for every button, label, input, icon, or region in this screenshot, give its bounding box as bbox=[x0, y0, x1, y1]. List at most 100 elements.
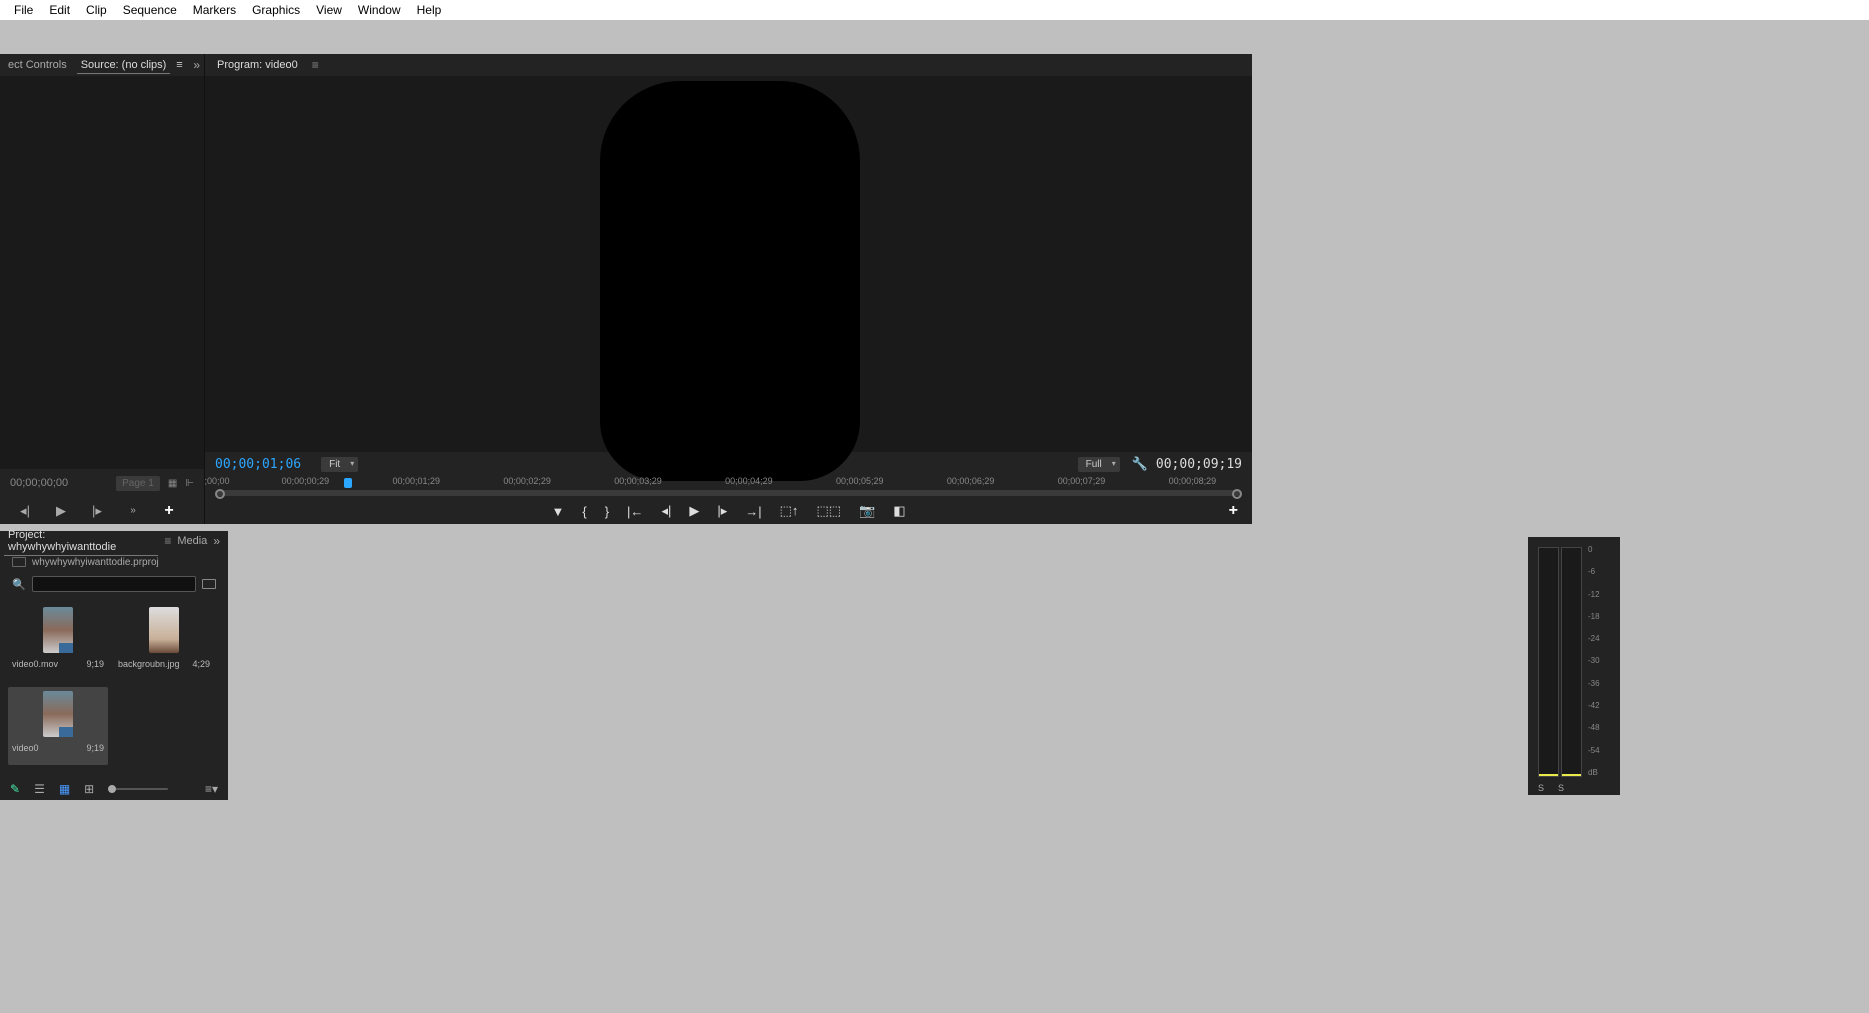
audio-meter-panel: 0 -6 -12 -18 -24 -30 -36 -42 -48 -54 dB … bbox=[1528, 537, 1620, 795]
ruler-tick: 00;00;04;29 bbox=[725, 476, 773, 486]
bin-item-name: backgroubn.jpg bbox=[118, 659, 180, 669]
program-button-editor-icon[interactable]: + bbox=[1229, 502, 1238, 520]
bin-item[interactable]: backgroubn.jpg 4;29 bbox=[114, 603, 214, 681]
mark-out-icon[interactable]: } bbox=[605, 504, 609, 519]
menu-sequence[interactable]: Sequence bbox=[115, 3, 185, 17]
audio-meter-channel-right bbox=[1561, 547, 1582, 777]
db-label: -54 bbox=[1588, 746, 1616, 755]
program-panel: Program: video0 00;00;01;06 Fit Full 🔧 0… bbox=[205, 54, 1252, 524]
source-page-indicator: Page 1 bbox=[116, 476, 160, 491]
extract-icon[interactable]: ⬚⬚ bbox=[816, 503, 841, 519]
bin-thumbnail bbox=[43, 691, 73, 737]
program-playhead[interactable] bbox=[344, 478, 352, 488]
project-footer: ✎ ☰ ▦ ⊞ ≡▾ bbox=[0, 778, 228, 800]
source-panel-menu-icon[interactable] bbox=[176, 59, 182, 71]
db-label: 0 bbox=[1588, 545, 1616, 554]
menu-clip[interactable]: Clip bbox=[78, 3, 115, 17]
menu-file[interactable]: File bbox=[6, 3, 41, 17]
tab-source[interactable]: Source: (no clips) bbox=[77, 57, 171, 74]
new-bin-icon[interactable] bbox=[202, 579, 216, 589]
drag-video-only-icon[interactable]: ▦ bbox=[168, 478, 177, 489]
program-panel-menu-icon[interactable] bbox=[312, 58, 319, 72]
timeline-empty-area bbox=[228, 531, 1528, 800]
bin-item-selected[interactable]: video0 9;19 bbox=[8, 687, 108, 765]
source-step-forward-icon[interactable]: |▸ bbox=[89, 503, 105, 519]
ruler-tick: 00;00;02;29 bbox=[503, 476, 551, 486]
bin-item-duration: 4;29 bbox=[192, 659, 210, 669]
drag-audio-only-icon[interactable]: ⊩ bbox=[185, 478, 194, 489]
ruler-tick: 00;00;03;29 bbox=[614, 476, 662, 486]
tab-effect-controls[interactable]: ect Controls bbox=[4, 57, 71, 73]
project-panel: Project: whywhywhyiwanttodie Media whywh… bbox=[0, 531, 228, 800]
av-badge-icon bbox=[59, 643, 73, 653]
program-scrollbar[interactable] bbox=[215, 490, 1242, 496]
project-panel-menu-icon[interactable] bbox=[164, 534, 171, 548]
ruler-tick: 00;00;01;29 bbox=[392, 476, 440, 486]
search-icon[interactable]: 🔍 bbox=[12, 578, 26, 591]
source-tabs: ect Controls Source: (no clips) bbox=[0, 54, 204, 76]
list-view-icon[interactable]: ☰ bbox=[34, 782, 45, 796]
go-to-out-icon[interactable]: →| bbox=[745, 504, 761, 519]
step-back-icon[interactable]: ◂| bbox=[661, 503, 671, 519]
sequence-badge-icon bbox=[59, 727, 73, 737]
menu-edit[interactable]: Edit bbox=[41, 3, 78, 17]
ruler-tick: 00;00;05;29 bbox=[836, 476, 884, 486]
workspace-bar-gap bbox=[0, 20, 1869, 54]
program-duration-timecode: 00;00;09;19 bbox=[1156, 457, 1242, 472]
program-time-ruler[interactable]: ;00;00 00;00;00;29 00;00;01;29 00;00;02;… bbox=[205, 476, 1252, 498]
bin-item-duration: 9;19 bbox=[86, 659, 104, 669]
menu-markers[interactable]: Markers bbox=[185, 3, 244, 17]
lower-right-empty bbox=[1620, 531, 1869, 800]
settings-wrench-icon[interactable]: 🔧 bbox=[1132, 456, 1148, 472]
db-label: -24 bbox=[1588, 634, 1616, 643]
ruler-tick: 00;00;06;29 bbox=[947, 476, 995, 486]
bin-thumbnail bbox=[149, 607, 179, 653]
source-step-back-icon[interactable]: ◂| bbox=[17, 503, 33, 519]
program-zoom-dropdown[interactable]: Fit bbox=[321, 457, 358, 472]
source-play-icon[interactable]: ▶ bbox=[53, 503, 69, 519]
solo-right-button[interactable]: S bbox=[1558, 783, 1564, 793]
export-frame-icon[interactable]: 📷 bbox=[859, 503, 875, 519]
menu-help[interactable]: Help bbox=[409, 3, 450, 17]
solo-left-button[interactable]: S bbox=[1538, 783, 1544, 793]
menu-window[interactable]: Window bbox=[350, 3, 409, 17]
db-label: dB bbox=[1588, 768, 1616, 777]
icon-view-icon[interactable]: ▦ bbox=[59, 782, 70, 796]
panel-divider[interactable] bbox=[0, 524, 1869, 531]
menu-graphics[interactable]: Graphics bbox=[244, 3, 308, 17]
sort-icon[interactable]: ≡▾ bbox=[205, 782, 218, 796]
peak-indicator bbox=[1539, 774, 1558, 776]
program-resolution-dropdown[interactable]: Full bbox=[1078, 457, 1120, 472]
project-tabs-overflow-icon[interactable] bbox=[213, 534, 220, 548]
add-marker-icon[interactable]: ▼ bbox=[551, 504, 564, 519]
ruler-tick: 00;00;00;29 bbox=[282, 476, 330, 486]
db-label: -12 bbox=[1588, 590, 1616, 599]
peak-indicator bbox=[1562, 774, 1581, 776]
project-search-input[interactable] bbox=[32, 576, 196, 592]
source-add-button-icon[interactable]: + bbox=[161, 502, 177, 520]
program-current-timecode[interactable]: 00;00;01;06 bbox=[215, 457, 301, 472]
comparison-view-icon[interactable]: ◧ bbox=[893, 503, 905, 519]
source-tabs-overflow-icon[interactable] bbox=[193, 58, 200, 72]
play-icon[interactable]: ▶ bbox=[689, 503, 699, 519]
step-forward-icon[interactable]: |▸ bbox=[717, 503, 727, 519]
bin-item[interactable]: video0.mov 9;19 bbox=[8, 603, 108, 681]
source-overflow-icon[interactable]: » bbox=[125, 505, 141, 516]
mark-in-icon[interactable]: { bbox=[582, 504, 586, 519]
program-tabs: Program: video0 bbox=[205, 54, 1252, 76]
tab-program[interactable]: Program: video0 bbox=[213, 57, 302, 73]
program-monitor-viewport[interactable] bbox=[205, 76, 1252, 452]
upper-panels: ect Controls Source: (no clips) 00;00;00… bbox=[0, 54, 1869, 524]
freeform-view-icon[interactable]: ⊞ bbox=[84, 782, 94, 796]
thumbnail-size-slider[interactable] bbox=[108, 788, 168, 790]
tab-media-browser[interactable]: Media bbox=[177, 535, 207, 547]
project-bin-area[interactable]: video0.mov 9;19 backgroubn.jpg 4;29 vide… bbox=[0, 595, 228, 778]
source-timecode[interactable]: 00;00;00;00 bbox=[10, 477, 68, 489]
menu-view[interactable]: View bbox=[308, 3, 350, 17]
lift-icon[interactable]: ⬚↑ bbox=[780, 503, 799, 519]
write-pen-icon[interactable]: ✎ bbox=[10, 782, 20, 796]
bin-item-duration: 9;19 bbox=[86, 743, 104, 753]
project-tabs: Project: whywhywhyiwanttodie Media bbox=[0, 531, 228, 551]
go-to-in-icon[interactable]: |← bbox=[627, 504, 643, 519]
project-filename-row: whywhywhyiwanttodie.prproj bbox=[0, 551, 228, 573]
